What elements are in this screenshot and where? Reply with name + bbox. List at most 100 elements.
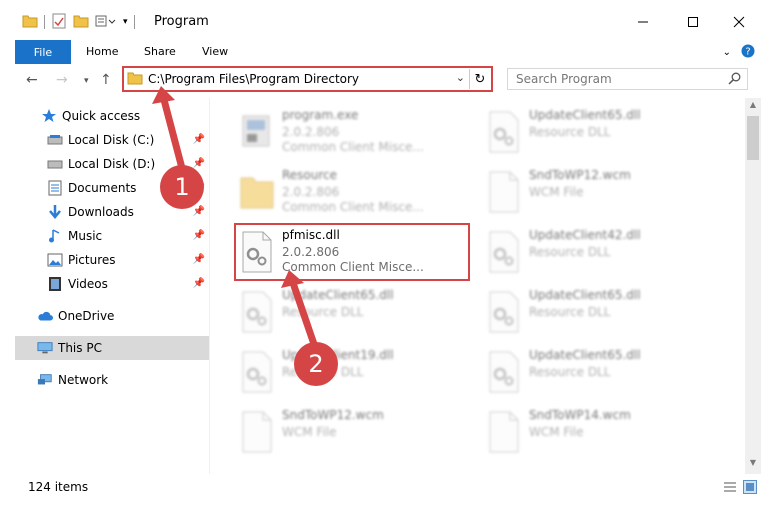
file-item-program-exe[interactable]: program.exe 2.0.2.806 Common Client Misc… [223,104,463,160]
tab-file[interactable]: File [15,40,71,64]
file-item-updateclient65-dll[interactable]: UpdateClient65.dll Resource DLL [470,344,710,400]
exe-icon [237,110,277,154]
vertical-scrollbar[interactable]: ▲ ▼ [745,98,761,474]
file-name: SndToWP12.wcm [529,168,631,182]
dll-icon [237,290,277,334]
file-item-updateclient65-dll[interactable]: UpdateClient65.dll Resource DLL [223,284,463,340]
file-name: Resource [282,168,338,182]
properties-icon[interactable] [51,13,67,32]
file-name: UpdateClient65.dll [529,288,641,302]
large-icons-view-icon[interactable] [743,480,757,497]
file-name: UpdateClient65.dll [282,288,394,302]
cloud-icon [37,308,53,324]
sidebar-item-pictures[interactable]: Pictures 📌 [15,248,209,272]
sidebar-item-label: OneDrive [58,309,115,323]
sidebar-item-this-pc[interactable]: This PC [15,336,209,360]
sidebar-item-onedrive[interactable]: OneDrive [15,304,209,328]
refresh-icon[interactable]: ↻ [469,69,490,89]
file-description: Common Client Misce... [282,140,424,154]
up-arrow-icon[interactable]: ↑ [100,72,112,88]
file-type: Resource DLL [529,245,611,259]
sidebar-item-label: Network [58,373,109,387]
step-badge-2: 2 [294,342,338,386]
step-badge-1: 1 [160,165,204,209]
sidebar-item-network[interactable]: Network [15,368,209,392]
search-icon[interactable] [728,72,741,88]
address-bar[interactable]: C:\Program Files\Program Directory ⌄ ↻ [122,66,493,92]
forward-arrow-icon[interactable]: → [56,72,68,88]
sidebar-item-label: Videos [68,277,108,291]
status-bar: 124 items [0,474,769,514]
sidebar-item-quick-access[interactable]: Quick access [15,104,209,128]
new-folder-icon[interactable] [73,14,89,31]
dll-icon [484,110,524,154]
sidebar-item-label: Local Disk (C:) [68,133,155,147]
sidebar-item-local-disk-c[interactable]: Local Disk (C:) 📌 [15,128,209,152]
file-list: program.exe 2.0.2.806 Common Client Misc… [223,98,745,474]
help-icon[interactable]: ? [741,44,755,61]
file-item-sndtowp14-wcm[interactable]: SndToWP14.wcm WCM File [470,404,710,460]
pin-icon[interactable]: 📌 [193,254,205,265]
file-item-resource[interactable]: Resource 2.0.2.806 Common Client Misce..… [223,164,463,220]
ribbon-controls: ⌄ ? [723,44,755,61]
file-name: program.exe [282,108,359,122]
details-view-icon[interactable] [723,480,737,497]
folder-icon [237,170,277,214]
chevron-down-icon[interactable]: ⌄ [456,71,465,84]
sidebar-item-label: Downloads [68,205,134,219]
pin-icon[interactable]: 📌 [193,206,205,217]
customize-icon[interactable] [95,14,117,31]
scroll-down-icon[interactable]: ▼ [745,458,761,472]
close-button[interactable] [716,8,762,36]
video-icon [47,276,63,292]
file-name: SndToWP12.wcm [282,408,384,422]
tab-share[interactable]: Share [144,45,176,58]
file-description: Common Client Misce... [282,200,424,214]
dll-icon [484,350,524,394]
minimize-icon [638,21,648,23]
back-arrow-icon[interactable]: ← [26,72,38,88]
expand-ribbon-icon[interactable]: ⌄ [723,47,731,58]
star-icon [41,108,57,124]
window-title: Program [154,14,209,29]
file-icon [484,410,524,454]
pin-icon[interactable]: 📌 [193,158,205,169]
folder-icon [127,71,143,88]
file-highlight-box [234,223,470,281]
pin-icon[interactable]: 📌 [193,230,205,241]
file-type: WCM File [282,425,337,439]
pictures-icon [47,252,63,268]
maximize-button[interactable] [670,8,716,36]
sidebar-item-videos[interactable]: Videos 📌 [15,272,209,296]
search-input[interactable]: Search Program [516,72,612,86]
scrollbar-thumb[interactable] [747,116,759,160]
dropdown-icon[interactable]: ▾ [123,17,128,27]
file-version: 2.0.2.806 [282,185,340,199]
sidebar-item-label: This PC [58,341,102,355]
sidebar-item-label: Pictures [68,253,116,267]
search-box[interactable]: Search Program [507,68,748,90]
file-item-sndtowp12-wcm[interactable]: SndToWP12.wcm WCM File [470,164,710,220]
file-item-updateclient19-dll[interactable]: UpdateClient19.dll Resource DLL [223,344,463,400]
file-item-updateclient65-dll[interactable]: UpdateClient65.dll Resource DLL [470,284,710,340]
file-item-updateclient42-dll[interactable]: UpdateClient42.dll Resource DLL [470,224,710,280]
tab-home[interactable]: Home [86,45,118,58]
file-name: UpdateClient65.dll [529,348,641,362]
pin-icon[interactable]: 📌 [193,278,205,289]
sidebar-item-label: Documents [68,181,137,195]
download-icon [47,204,63,220]
dll-icon [484,230,524,274]
file-item-updateclient65-dll[interactable]: UpdateClient65.dll Resource DLL [470,104,710,160]
folder-icon [22,14,38,31]
pane-splitter[interactable] [209,98,210,474]
pin-icon[interactable]: 📌 [193,134,205,145]
dll-icon [237,350,277,394]
drive-icon [47,132,63,148]
file-type: Resource DLL [529,305,611,319]
minimize-button[interactable] [620,8,666,36]
file-item-sndtowp12-wcm[interactable]: SndToWP12.wcm WCM File [223,404,463,460]
tab-view[interactable]: View [202,45,228,58]
sidebar-item-music[interactable]: Music 📌 [15,224,209,248]
recent-locations-icon[interactable]: ▾ [84,76,89,86]
scroll-up-icon[interactable]: ▲ [745,100,761,114]
